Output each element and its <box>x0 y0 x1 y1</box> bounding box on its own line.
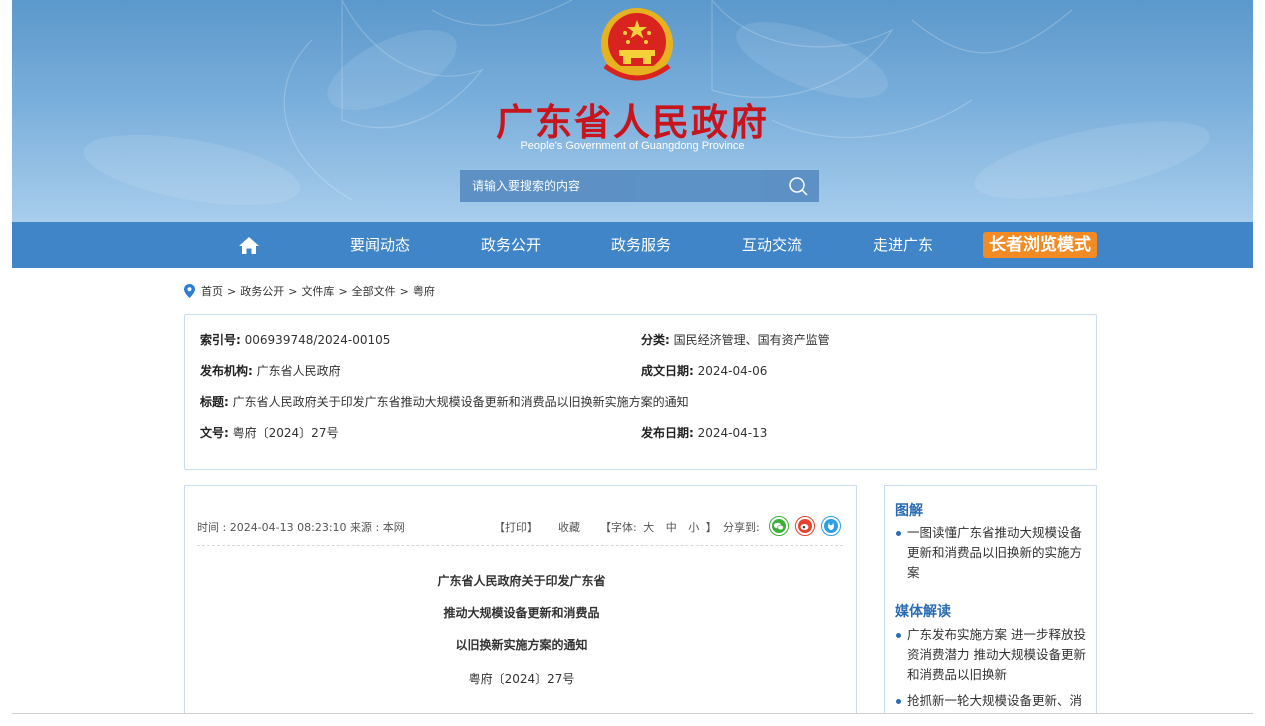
meta-title: 标题: 广东省人民政府关于印发广东省推动大规模设备更新和消费品以旧换新实施方案的… <box>200 393 689 410</box>
sidebar-link[interactable]: 广东发布实施方案 进一步释放投资消费潜力 推动大规模设备更新和消费品以旧换新 <box>895 625 1090 685</box>
font-size-control: 【字体: 大 中 小 】 <box>600 519 717 535</box>
breadcrumb-gov-affairs[interactable]: 政务公开 <box>240 283 284 299</box>
meta-publish-date-label: 发布日期: <box>641 426 694 440</box>
meta-title-value: 广东省人民政府关于印发广东省推动大规模设备更新和消费品以旧换新实施方案的通知 <box>232 395 689 409</box>
browser-frame: 广东省人民政府 People's Government of Guangdong… <box>12 0 1253 714</box>
breadcrumb-separator: > <box>399 284 409 298</box>
article-title-line-2: 推动大规模设备更新和消费品 <box>443 606 600 620</box>
home-icon[interactable] <box>234 235 264 255</box>
breadcrumb-all-files[interactable]: 全部文件 <box>352 283 396 299</box>
wechat-share-button[interactable] <box>769 516 789 536</box>
nav-item-about-guangdong[interactable]: 走进广东 <box>868 222 938 268</box>
article-title-line-3: 以旧换新实施方案的通知 <box>455 638 588 652</box>
site-header: 广东省人民政府 People's Government of Guangdong… <box>12 0 1253 222</box>
sidebar-heading-infographic: 图解 <box>895 503 923 519</box>
font-size-small[interactable]: 小 <box>688 521 699 534</box>
elder-mode-button[interactable]: 长者浏览模式 <box>983 232 1097 258</box>
sidebar-link[interactable]: 抢抓新一轮大规模设备更新、消 <box>895 691 1090 711</box>
print-button[interactable]: 【打印】 <box>494 519 538 535</box>
sidebar-list-infographic: 一图读懂广东省推动大规模设备更新和消费品以旧换新的实施方案 <box>895 523 1090 583</box>
article-toolbar: 时间 : 2024-04-13 08:23:10 来源 : 本网 【打印】 收藏… <box>197 510 843 546</box>
weibo-share-button[interactable] <box>795 516 815 536</box>
site-subtitle: People's Government of Guangdong Provinc… <box>520 140 745 152</box>
font-size-prefix: 【字体: <box>600 521 637 534</box>
main-nav: 要闻动态 政务公开 政务服务 互动交流 走进广东 长者浏览模式 <box>12 222 1253 268</box>
site-title: 广东省人民政府 <box>496 100 769 144</box>
meta-doc-number-value: 粤府〔2024〕27号 <box>232 426 339 440</box>
qq-share-button[interactable] <box>821 516 841 536</box>
meta-category-label: 分类: <box>641 333 670 347</box>
meta-date-made-value: 2024-04-06 <box>697 364 768 378</box>
weibo-icon <box>798 519 812 533</box>
meta-doc-number: 文号: 粤府〔2024〕27号 <box>200 424 338 441</box>
meta-title-label: 标题: <box>200 395 229 409</box>
font-size-medium[interactable]: 中 <box>666 521 677 534</box>
favorite-button[interactable]: 收藏 <box>558 519 580 535</box>
meta-publish-date-value: 2024-04-13 <box>697 426 768 440</box>
breadcrumb: 首页 > 政务公开 > 文件库 > 全部文件 > 粤府 <box>184 283 435 299</box>
national-emblem-icon <box>601 8 673 81</box>
meta-index-value: 006939748/2024-00105 <box>244 333 391 347</box>
breadcrumb-yuefu[interactable]: 粤府 <box>413 283 435 299</box>
article-source: 来源 : 本网 <box>350 521 405 534</box>
article-title-line-1: 广东省人民政府关于印发广东省 <box>437 574 606 588</box>
search-bar <box>460 170 819 202</box>
article-doc-number: 粤府〔2024〕27号 <box>468 672 575 686</box>
meta-index-label: 索引号: <box>200 333 241 347</box>
meta-issuer: 发布机构: 广东省人民政府 <box>200 362 341 379</box>
breadcrumb-separator: > <box>227 284 237 298</box>
font-size-suffix: 】 <box>705 521 717 534</box>
font-size-large[interactable]: 大 <box>643 521 654 534</box>
meta-issuer-label: 发布机构: <box>200 364 253 378</box>
article-time: 时间 : 2024-04-13 08:23:10 <box>197 521 347 534</box>
breadcrumb-separator: > <box>288 284 298 298</box>
meta-publish-date: 发布日期: 2024-04-13 <box>641 424 767 441</box>
sidebar-heading-media-interpretation: 媒体解读 <box>895 604 951 620</box>
breadcrumb-home[interactable]: 首页 <box>201 283 223 299</box>
meta-date-made-label: 成文日期: <box>641 364 694 378</box>
meta-category: 分类: 国民经济管理、国有资产监管 <box>641 331 830 348</box>
meta-category-value: 国民经济管理、国有资产监管 <box>673 333 830 347</box>
nav-item-interaction[interactable]: 互动交流 <box>737 222 807 268</box>
qq-icon <box>824 519 838 533</box>
wechat-icon <box>772 519 786 533</box>
location-pin-icon <box>184 284 195 298</box>
meta-issuer-value: 广东省人民政府 <box>256 364 341 378</box>
nav-item-gov-services[interactable]: 政务服务 <box>606 222 676 268</box>
meta-doc-number-label: 文号: <box>200 426 229 440</box>
document-metadata-panel: 索引号: 006939748/2024-00105 分类: 国民经济管理、国有资… <box>184 314 1097 470</box>
article-panel: 时间 : 2024-04-13 08:23:10 来源 : 本网 【打印】 收藏… <box>184 485 857 713</box>
search-input[interactable] <box>460 170 780 202</box>
meta-index: 索引号: 006939748/2024-00105 <box>200 331 390 348</box>
share-label: 分享到: <box>723 521 760 534</box>
meta-date-made: 成文日期: 2024-04-06 <box>641 362 767 379</box>
related-sidebar: 图解 一图读懂广东省推动大规模设备更新和消费品以旧换新的实施方案 媒体解读 广东… <box>884 485 1097 713</box>
nav-item-gov-affairs[interactable]: 政务公开 <box>476 222 546 268</box>
breadcrumb-separator: > <box>338 284 348 298</box>
search-icon <box>789 177 808 196</box>
nav-item-news[interactable]: 要闻动态 <box>345 222 415 268</box>
breadcrumb-file-library[interactable]: 文件库 <box>301 283 334 299</box>
search-button[interactable] <box>779 170 819 202</box>
sidebar-link[interactable]: 一图读懂广东省推动大规模设备更新和消费品以旧换新的实施方案 <box>895 523 1090 583</box>
sidebar-list-media-interpretation: 广东发布实施方案 进一步释放投资消费潜力 推动大规模设备更新和消费品以旧换新 抢… <box>895 625 1090 711</box>
